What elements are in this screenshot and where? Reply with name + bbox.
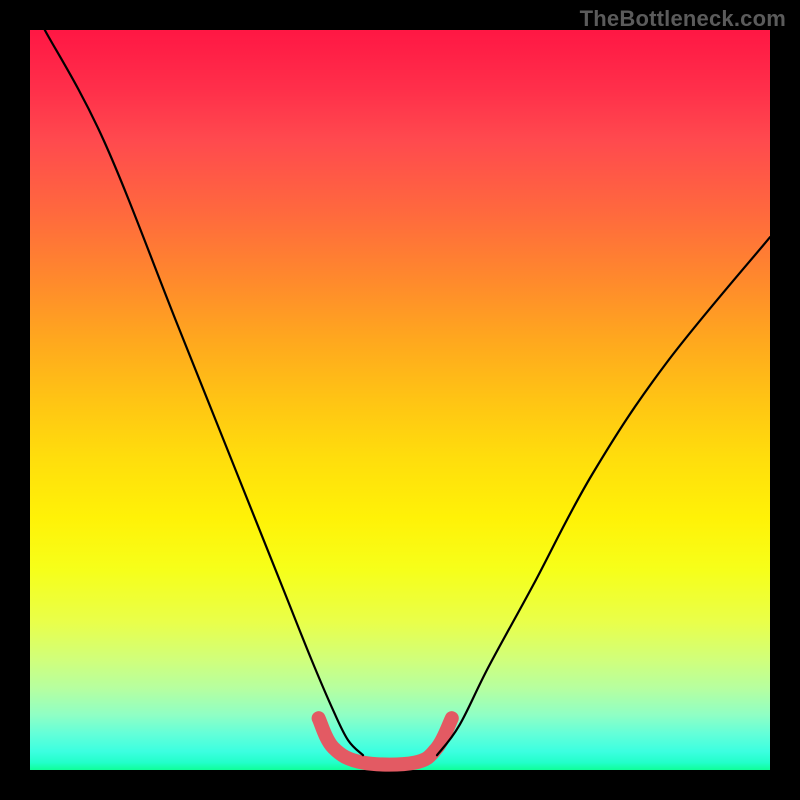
- right-curve: [437, 237, 770, 755]
- watermark-text: TheBottleneck.com: [580, 6, 786, 32]
- plot-area: [30, 30, 770, 770]
- curve-layer: [30, 30, 770, 770]
- chart-frame: TheBottleneck.com: [0, 0, 800, 800]
- left-curve: [45, 30, 363, 755]
- highlight-region: [319, 718, 452, 764]
